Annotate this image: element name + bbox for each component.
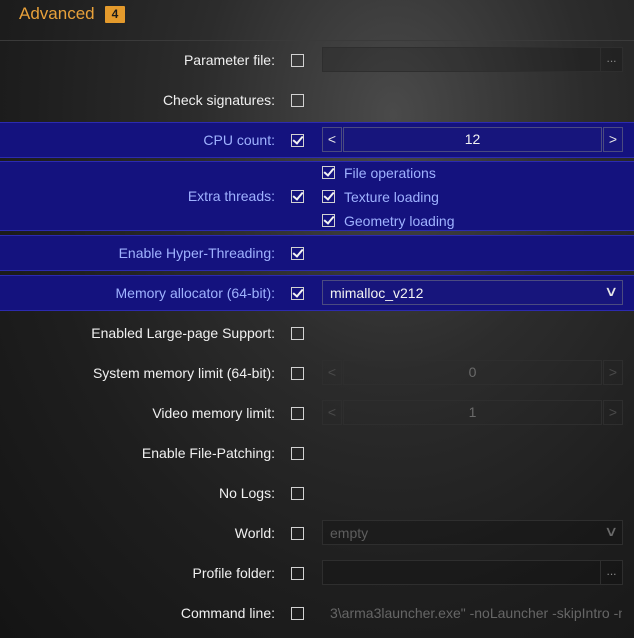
increment-button[interactable]: >: [603, 360, 623, 385]
memory-allocator-checkbox[interactable]: [291, 287, 304, 300]
parameter-file-label: Parameter file:: [183, 52, 275, 68]
large-page-checkbox[interactable]: [291, 327, 304, 340]
profile-folder-input[interactable]: ...: [322, 560, 623, 585]
video-memory-value[interactable]: 1: [343, 400, 602, 425]
file-operations-label: File operations: [344, 165, 436, 181]
memory-allocator-dropdown[interactable]: mimalloc_v212 ∨: [322, 280, 623, 305]
world-value: empty: [330, 525, 369, 541]
row-parameter-file: Parameter file: ...: [0, 46, 634, 74]
profile-folder-label: Profile folder:: [192, 565, 275, 581]
count-badge: 4: [105, 6, 125, 23]
row-command-line: Command line: 3\arma3launcher.exe" -noLa…: [0, 599, 634, 627]
system-memory-value[interactable]: 0: [343, 360, 602, 385]
browse-button[interactable]: ...: [600, 561, 622, 584]
cpu-count-checkbox[interactable]: [291, 134, 304, 147]
no-logs-checkbox[interactable]: [291, 487, 304, 500]
hyper-threading-label: Enable Hyper-Threading:: [118, 245, 275, 261]
system-memory-checkbox[interactable]: [291, 367, 304, 380]
check-signatures-label: Check signatures:: [162, 92, 275, 108]
world-checkbox[interactable]: [291, 527, 304, 540]
large-page-label: Enabled Large-page Support:: [91, 325, 275, 341]
row-file-patching: Enable File-Patching:: [0, 439, 634, 467]
geometry-loading-label: Geometry loading: [344, 213, 455, 229]
system-memory-stepper[interactable]: < 0 >: [322, 360, 623, 385]
file-patching-label: Enable File-Patching:: [141, 445, 275, 461]
decrement-button[interactable]: <: [322, 127, 342, 152]
chevron-down-icon[interactable]: ∨: [604, 523, 618, 540]
system-memory-label: System memory limit (64-bit):: [92, 365, 275, 381]
extra-threads-checkbox[interactable]: [291, 190, 304, 203]
row-profile-folder: Profile folder: ...: [0, 559, 634, 587]
world-label: World:: [234, 525, 275, 541]
video-memory-stepper[interactable]: < 1 >: [322, 400, 623, 425]
row-world: World: empty ∨: [0, 519, 634, 547]
memory-allocator-label: Memory allocator (64-bit):: [115, 285, 276, 301]
row-cpu-count: CPU count: < 12 >: [0, 122, 634, 158]
parameter-file-input[interactable]: ...: [322, 47, 623, 72]
parameter-file-checkbox[interactable]: [291, 54, 304, 67]
video-memory-checkbox[interactable]: [291, 407, 304, 420]
browse-button[interactable]: ...: [600, 48, 622, 71]
command-line-value: 3\arma3launcher.exe" -noLauncher -skipIn…: [330, 605, 623, 621]
section-header[interactable]: Advanced 4: [0, 0, 634, 30]
chevron-down-icon[interactable]: ∨: [604, 283, 618, 300]
row-check-signatures: Check signatures:: [0, 86, 634, 114]
video-memory-label: Video memory limit:: [152, 405, 275, 421]
profile-folder-checkbox[interactable]: [291, 567, 304, 580]
cpu-count-stepper[interactable]: < 12 >: [322, 127, 623, 152]
file-patching-checkbox[interactable]: [291, 447, 304, 460]
command-line-label: Command line:: [180, 605, 275, 621]
file-operations-checkbox[interactable]: [322, 166, 335, 179]
world-dropdown[interactable]: empty ∨: [322, 520, 623, 545]
no-logs-label: No Logs:: [218, 485, 275, 501]
cpu-count-label: CPU count:: [203, 132, 275, 148]
increment-button[interactable]: >: [603, 400, 623, 425]
command-line-checkbox[interactable]: [291, 607, 304, 620]
texture-loading-checkbox[interactable]: [322, 190, 335, 203]
command-line-input[interactable]: 3\arma3launcher.exe" -noLauncher -skipIn…: [322, 600, 623, 625]
row-video-memory: Video memory limit: < 1 >: [0, 399, 634, 427]
extra-threads-label: Extra threads:: [187, 188, 275, 204]
check-signatures-checkbox[interactable]: [291, 94, 304, 107]
row-system-memory: System memory limit (64-bit): < 0 >: [0, 359, 634, 387]
increment-button[interactable]: >: [603, 127, 623, 152]
texture-loading-label: Texture loading: [344, 189, 439, 205]
memory-allocator-value: mimalloc_v212: [330, 285, 424, 301]
row-hyper-threading: Enable Hyper-Threading:: [0, 235, 634, 271]
hyper-threading-checkbox[interactable]: [291, 247, 304, 260]
section-title: Advanced: [19, 4, 95, 23]
geometry-loading-checkbox[interactable]: [322, 214, 335, 227]
cpu-count-value[interactable]: 12: [343, 127, 602, 152]
divider: [0, 40, 634, 41]
row-extra-threads: Extra threads: File operations Texture l…: [0, 161, 634, 231]
decrement-button[interactable]: <: [322, 360, 342, 385]
decrement-button[interactable]: <: [322, 400, 342, 425]
row-no-logs: No Logs:: [0, 479, 634, 507]
row-large-page: Enabled Large-page Support:: [0, 319, 634, 347]
row-memory-allocator: Memory allocator (64-bit): mimalloc_v212…: [0, 275, 634, 311]
